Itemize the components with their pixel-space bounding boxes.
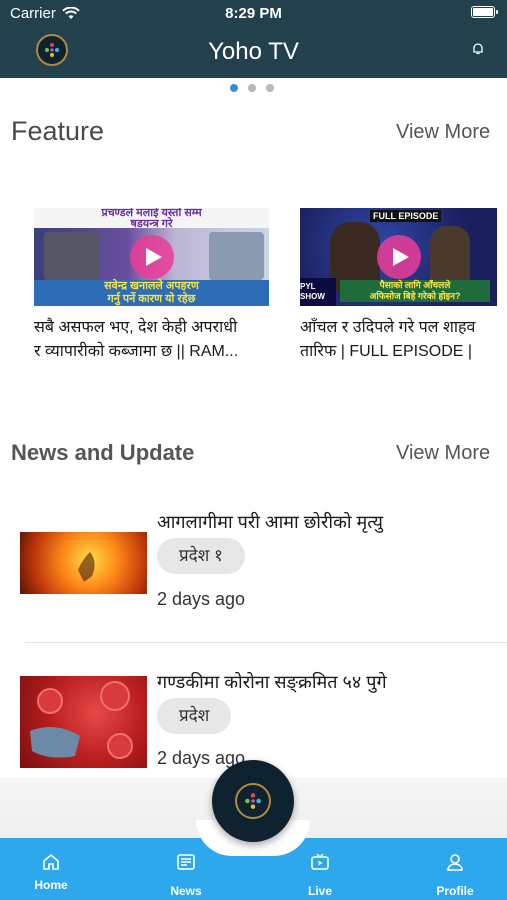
feature-caption-line2: तारिफ | FULL EPISODE | — [300, 343, 473, 360]
news-timestamp: 2 days ago — [157, 589, 246, 609]
clock: 8:29 PM — [225, 5, 282, 22]
tab-home[interactable]: Home — [6, 838, 96, 900]
pager-dot[interactable] — [248, 84, 256, 92]
category-badge: प्रदेश — [157, 698, 232, 734]
pager-dot[interactable] — [266, 84, 274, 92]
video-thumbnail[interactable]: प्रचण्डले मलाई यस्तो सम्म षडयन्त्र गरे स… — [34, 208, 269, 306]
video-thumbnail[interactable]: FULL EPISODE PYL SHOW पैसाको लागि आँचलले… — [300, 208, 497, 306]
play-icon[interactable] — [376, 235, 421, 279]
category-badge: प्रदेश १ — [157, 538, 245, 574]
thumb-caption-2: गर्नु पर्ने कारण यो रहेछ — [107, 293, 196, 305]
feature-card[interactable]: FULL EPISODE PYL SHOW पैसाको लागि आँचलले… — [300, 208, 507, 364]
thumb-show-label: PYL SHOW — [300, 278, 336, 306]
news-view-more-link[interactable]: View More — [396, 442, 490, 465]
tab-profile[interactable]: Profile — [410, 838, 500, 900]
tab-live-label: Live — [307, 884, 332, 898]
tab-news-label: News — [170, 884, 202, 898]
yoho-logo-button[interactable] — [212, 760, 294, 842]
tab-profile-label: Profile — [436, 884, 474, 898]
list-item[interactable]: आगलागीमा परी आमा छोरीको मृत्यु प्रदेश १ … — [20, 508, 500, 628]
play-icon[interactable] — [129, 235, 174, 279]
news-headline[interactable]: गण्डकीमा कोरोना सङ्क्रमित ५४ पुगे — [157, 670, 387, 694]
feature-title: Feature — [11, 116, 105, 146]
thumb-caption-2: अफिसोज बिहे गरेको होइन? — [369, 291, 461, 301]
divider — [25, 642, 507, 643]
thumb-caption: सवेन्द्र खनालले अपहरण — [104, 280, 199, 292]
pager-dot[interactable] — [230, 84, 238, 92]
battery-icon — [471, 6, 498, 18]
feature-card[interactable]: प्रचण्डले मलाई यस्तो सम्म षडयन्त्र गरे स… — [34, 208, 269, 364]
feature-caption: सबै असफल भए, देश केही अपराधी र व्यापारीक… — [34, 316, 269, 364]
feature-caption: आँचल र उदिपले गरे पल शाहव तारिफ | FULL E… — [300, 316, 507, 364]
tv-icon — [311, 853, 329, 870]
yoho-logo-icon — [235, 783, 271, 819]
news-thumbnail[interactable] — [20, 676, 147, 768]
news-headline[interactable]: आगलागीमा परी आमा छोरीको मृत्यु — [157, 510, 383, 534]
home-icon — [43, 853, 59, 870]
tab-home-label: Home — [34, 878, 68, 892]
feature-caption-line1: आँचल र उदिपले गरे पल शाहव — [300, 319, 476, 336]
bell-icon[interactable] — [471, 42, 485, 61]
pager-dots[interactable] — [230, 84, 274, 92]
news-icon — [177, 854, 195, 870]
feature-view-more-link[interactable]: View More — [396, 121, 490, 144]
news-title: News and Update — [11, 440, 195, 465]
news-thumbnail[interactable] — [20, 532, 147, 594]
status-bar: Carrier 8:29 PM — [0, 0, 507, 26]
feature-caption-line2: र व्यापारीको कब्जामा छ || RAM... — [34, 343, 239, 360]
thumb-badge: FULL EPISODE — [370, 210, 442, 222]
app-title: Yoho TV — [208, 38, 299, 65]
app-header: Yoho TV — [0, 26, 507, 78]
feature-caption-line1: सबै असफल भए, देश केही अपराधी — [34, 319, 238, 336]
thumb-caption: पैसाको लागि आँचलले — [379, 280, 451, 290]
profile-icon — [447, 854, 463, 871]
